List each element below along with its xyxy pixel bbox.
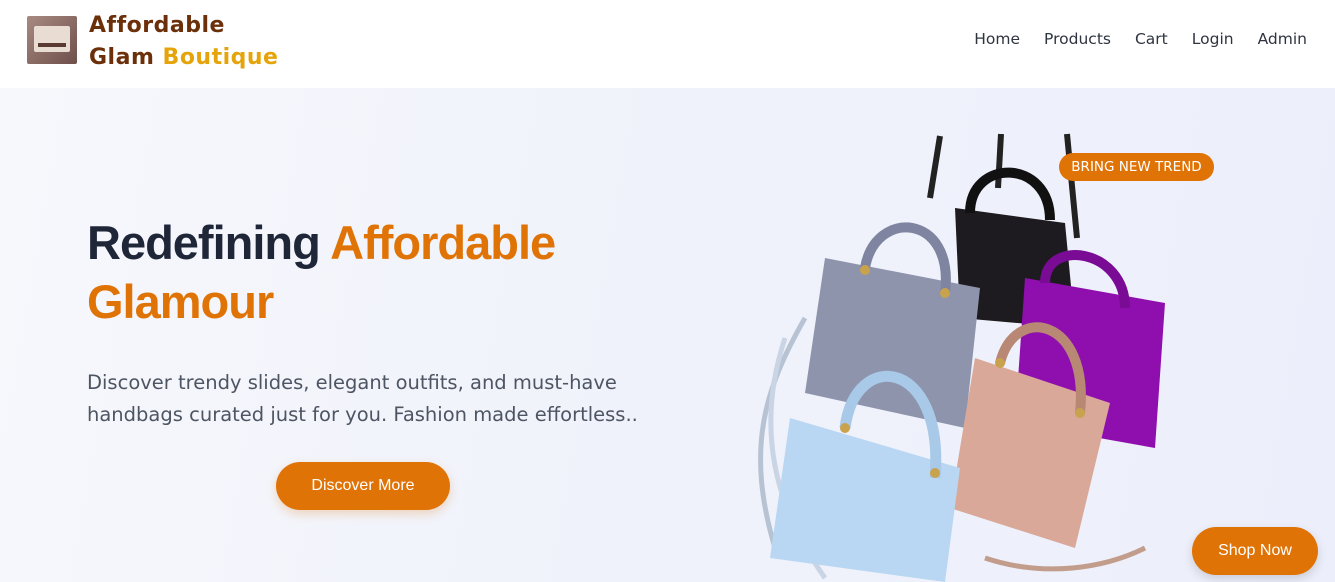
nav-login[interactable]: Login	[1192, 30, 1234, 48]
headline-word-affordable: Affordable	[330, 216, 556, 269]
brand-name[interactable]: Affordable Glam Boutique	[89, 10, 278, 74]
site-header: Affordable Glam Boutique Home Products C…	[0, 0, 1335, 88]
main-nav: Home Products Cart Login Admin	[950, 30, 1307, 48]
hero-section: Redefining Affordable Glamour Discover t…	[0, 88, 1335, 582]
headline-word-glamour: Glamour	[87, 275, 274, 328]
hero-description: Discover trendy slides, elegant outfits,…	[87, 371, 638, 426]
nav-admin[interactable]: Admin	[1258, 30, 1307, 48]
trend-badge: BRING NEW TREND	[1059, 153, 1214, 181]
brand-word-glam: Glam	[89, 45, 155, 70]
headline-word-redefining: Redefining	[87, 216, 321, 269]
nav-home[interactable]: Home	[974, 30, 1020, 48]
logo-image[interactable]	[27, 16, 77, 64]
shop-now-button[interactable]: Shop Now	[1192, 527, 1318, 575]
discover-more-button[interactable]: Discover More	[276, 462, 450, 510]
hero-headline: Redefining Affordable Glamour	[87, 213, 556, 331]
brand-line-1: Affordable	[89, 13, 225, 38]
brand-word-boutique: Boutique	[162, 45, 279, 70]
nav-cart[interactable]: Cart	[1135, 30, 1168, 48]
nav-products[interactable]: Products	[1044, 30, 1111, 48]
brand-line-2: Glam Boutique	[89, 42, 278, 74]
handbags-image	[758, 133, 1165, 582]
